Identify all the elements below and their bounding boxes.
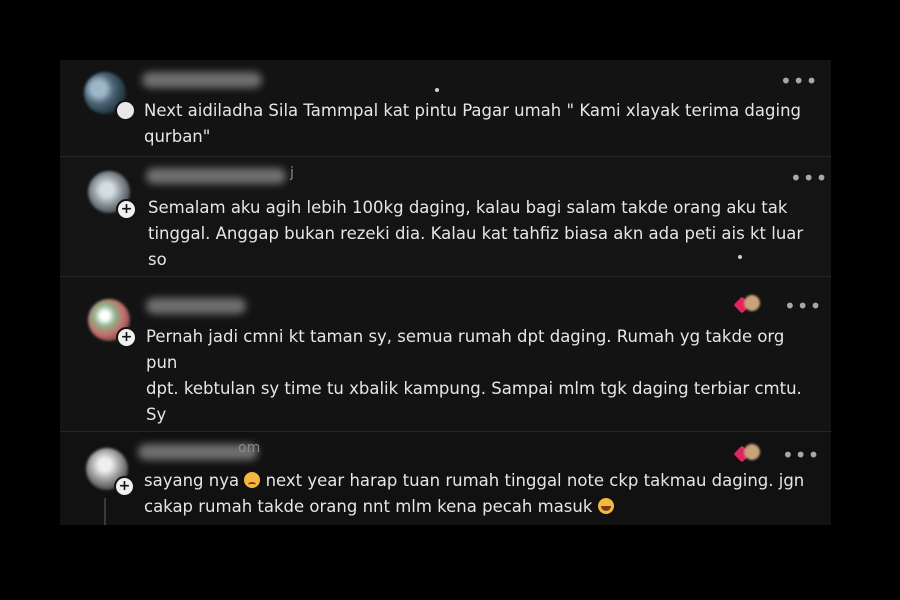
heart-reaction-icon[interactable]	[733, 293, 762, 314]
author-name-redacted[interactable]	[146, 298, 246, 314]
heart-reaction-icon[interactable]	[733, 442, 762, 463]
author-name-tail: om	[238, 440, 261, 456]
comment-text-part: cakap rumah takde orang nnt mlm kena pec…	[144, 497, 598, 516]
more-options-icon[interactable]: •••	[790, 168, 828, 188]
author-name-redacted[interactable]	[142, 72, 262, 88]
laughing-face-emoji-icon	[597, 498, 614, 514]
author-name-redacted[interactable]	[146, 168, 286, 184]
reaction-avatar-icon	[744, 295, 760, 311]
reaction-avatar-icon	[744, 444, 760, 460]
stray-dot	[738, 255, 742, 259]
comment-item: + om sayang nya next year harap tuan rum…	[60, 431, 831, 525]
thread-line	[104, 498, 106, 525]
comment-text: Next aidiladha Sila Tammpal kat pintu Pa…	[144, 101, 801, 146]
comment-item: + j Semalam aku agih lebih 100kg daging,…	[60, 156, 831, 295]
stray-dot	[435, 88, 439, 92]
author-name-tail: j	[290, 165, 294, 181]
comments-panel: Next aidiladha Sila Tammpal kat pintu Pa…	[60, 60, 831, 525]
avatar-badge-icon	[115, 100, 136, 121]
more-options-icon[interactable]: •••	[782, 445, 820, 465]
comment-item: + Pernah jadi cmni kt taman sy, semua ru…	[60, 276, 831, 502]
comment-text: sayang nya next year harap tuan rumah ti…	[144, 468, 824, 520]
comment-text-part: sayang nya	[144, 471, 245, 490]
comment-item: Next aidiladha Sila Tammpal kat pintu Pa…	[60, 60, 831, 156]
add-reply-badge-icon: +	[116, 199, 137, 220]
more-options-icon[interactable]: •••	[780, 71, 818, 91]
add-reply-badge-icon: +	[114, 476, 135, 497]
more-options-icon[interactable]: •••	[784, 296, 822, 316]
comment-text-part: next year harap tuan rumah tinggal note …	[260, 471, 805, 490]
add-reply-badge-icon: +	[116, 327, 137, 348]
sad-face-emoji-icon	[244, 472, 261, 488]
